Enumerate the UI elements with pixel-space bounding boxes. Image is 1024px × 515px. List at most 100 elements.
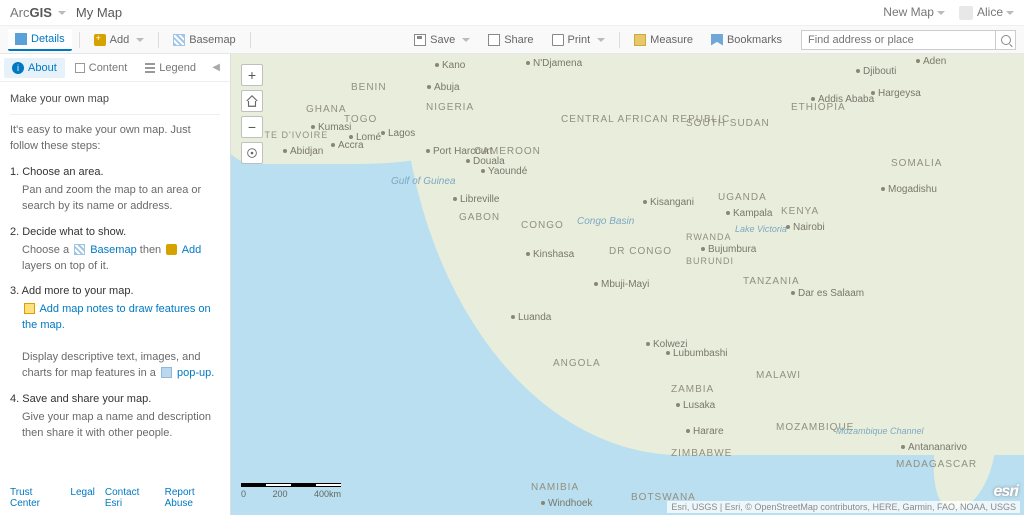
locate-icon <box>245 146 259 160</box>
trust-link[interactable]: Trust Center <box>10 487 60 509</box>
step3-body: Add map notes to draw features on the ma… <box>10 302 220 382</box>
save-icon <box>414 34 426 46</box>
scale-0: 0 <box>241 489 246 499</box>
add-button[interactable]: Add <box>87 30 152 50</box>
body: About Content Legend ◀ Make your own map… <box>0 54 1024 515</box>
app-header: ArcGIS My Map New Map Alice <box>0 0 1024 26</box>
step3-l2-prefix: Display descriptive text, images, and ch… <box>22 351 201 379</box>
chevron-down-icon <box>462 38 470 42</box>
save-button[interactable]: Save <box>407 30 477 50</box>
map-title: My Map <box>76 5 122 20</box>
scale-2: 400km <box>314 489 341 499</box>
map-canvas[interactable]: + − GHANA BENIN TOGO CÔTE D'IVOIRE NIGER… <box>231 54 1024 515</box>
collapse-sidebar-button[interactable]: ◀ <box>206 62 226 73</box>
new-map-link[interactable]: New Map <box>883 5 945 19</box>
user-menu[interactable]: Alice <box>959 5 1014 20</box>
map-notes-icon <box>24 303 35 314</box>
map-attribution: Esri, USGS | Esri, © OpenStreetMap contr… <box>667 501 1020 513</box>
chevron-down-icon <box>136 38 144 42</box>
search-wrap <box>801 30 1016 50</box>
tab-legend[interactable]: Legend <box>137 58 204 78</box>
panel-intro: It's easy to make your own map. Just fol… <box>10 123 220 155</box>
zoom-in-button[interactable]: + <box>241 64 263 86</box>
sidebar-tabs: About Content Legend ◀ <box>0 54 230 82</box>
tab-legend-label: Legend <box>159 62 196 74</box>
measure-label: Measure <box>650 34 693 46</box>
bookmarks-label: Bookmarks <box>727 34 782 46</box>
main-toolbar: Details Add Basemap Save <box>0 26 1024 54</box>
panel-title: Make your own map <box>10 88 220 115</box>
share-button[interactable]: Share <box>481 30 540 50</box>
basemap-label: Basemap <box>189 34 235 46</box>
bookmarks-button[interactable]: Bookmarks <box>704 30 789 50</box>
details-label: Details <box>31 33 65 45</box>
map-notes-link[interactable]: Add map notes to draw features on the ma… <box>22 303 211 331</box>
print-label: Print <box>568 34 591 46</box>
tab-content-label: Content <box>89 62 128 74</box>
sidebar: About Content Legend ◀ Make your own map… <box>0 54 231 515</box>
search-icon <box>1001 35 1011 45</box>
measure-icon <box>634 34 646 46</box>
legend-icon <box>145 63 155 73</box>
step4-head: 4. Save and share your map. <box>10 392 220 408</box>
tab-content[interactable]: Content <box>67 58 136 78</box>
esri-logo: esri <box>994 483 1018 501</box>
new-map-label: New Map <box>883 5 934 19</box>
tab-about[interactable]: About <box>4 58 65 78</box>
zoom-out-button[interactable]: − <box>241 116 263 138</box>
info-icon <box>12 62 24 74</box>
share-label: Share <box>504 34 533 46</box>
legal-link[interactable]: Legal <box>70 487 94 509</box>
separator <box>619 32 620 48</box>
home-icon <box>245 94 259 108</box>
save-label: Save <box>430 34 455 46</box>
search-input[interactable] <box>801 30 996 50</box>
report-link[interactable]: Report Abuse <box>165 487 220 509</box>
basemap-button[interactable]: Basemap <box>166 30 242 50</box>
home-button[interactable] <box>241 90 263 112</box>
separator <box>79 32 80 48</box>
bookmark-icon <box>711 34 723 46</box>
basemap-link[interactable]: Basemap <box>90 244 136 256</box>
scale-1: 200 <box>272 489 287 499</box>
brand-bold: GIS <box>30 5 52 20</box>
add-label: Add <box>110 34 130 46</box>
brand-caret-icon[interactable] <box>58 11 66 15</box>
scalebar: 0 200 400km <box>241 483 341 499</box>
step3-head: 3. Add more to your map. <box>10 284 220 300</box>
step2-prefix: Choose a <box>22 244 72 256</box>
step2-head: 2. Decide what to show. <box>10 225 220 241</box>
measure-button[interactable]: Measure <box>627 30 700 50</box>
popup-icon <box>161 367 172 378</box>
tab-about-label: About <box>28 62 57 74</box>
print-icon <box>552 34 564 46</box>
step4-body: Give your map a name and description the… <box>10 410 220 442</box>
avatar-icon <box>959 6 973 20</box>
add-link[interactable]: Add <box>182 244 202 256</box>
about-panel: Make your own map It's easy to make your… <box>0 82 230 483</box>
separator <box>158 32 159 48</box>
app-root: ArcGIS My Map New Map Alice Details Add <box>0 0 1024 515</box>
print-button[interactable]: Print <box>545 30 613 50</box>
zoom-controls: + − <box>241 64 263 164</box>
basemap-icon <box>74 244 85 255</box>
locate-button[interactable] <box>241 142 263 164</box>
chevron-down-icon <box>1006 11 1014 15</box>
step1-head: 1. Choose an area. <box>10 165 220 181</box>
header-right: New Map Alice <box>883 5 1014 20</box>
step2-body: Choose a Basemap then Add layers on top … <box>10 243 220 275</box>
user-name: Alice <box>977 5 1003 19</box>
add-icon <box>166 244 177 255</box>
search-button[interactable] <box>996 30 1016 50</box>
popup-link[interactable]: pop-up. <box>177 367 214 379</box>
step2-suffix: layers on top of it. <box>22 260 109 272</box>
details-icon <box>15 33 27 45</box>
brand[interactable]: ArcGIS <box>10 5 52 20</box>
contact-link[interactable]: Contact Esri <box>105 487 155 509</box>
step2-mid: then <box>140 244 164 256</box>
brand-prefix: Arc <box>10 5 30 20</box>
add-icon <box>94 34 106 46</box>
sidebar-footer: Trust Center Legal Contact Esri Report A… <box>0 483 230 515</box>
details-button[interactable]: Details <box>8 29 72 51</box>
share-icon <box>488 34 500 46</box>
